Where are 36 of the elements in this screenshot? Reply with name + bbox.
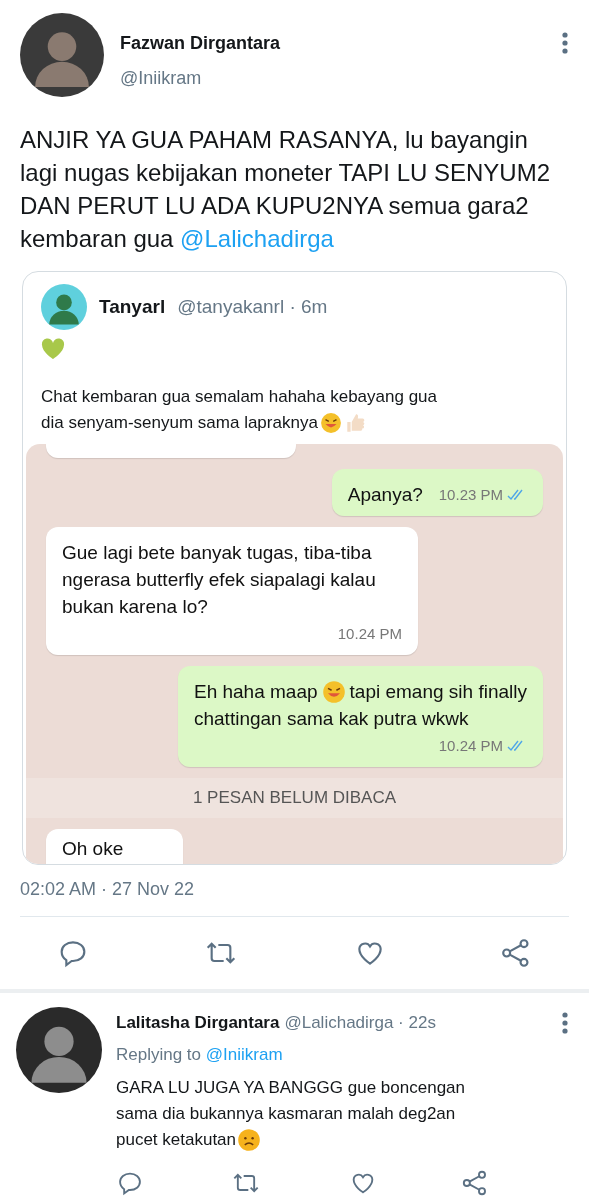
reply-text-line: pucet ketakutan: [116, 1129, 237, 1151]
avatar-icon[interactable]: [16, 1007, 102, 1093]
laughing-emoji-icon: [319, 412, 342, 434]
more-icon[interactable]: [561, 1011, 569, 1035]
message-text: Gue lagi bete banyak tugas, tiba-tiba ngerasa butterfly efek siapalagi kalau bukan karena lo?: [62, 542, 376, 617]
reply-text-line: GARA LU JUGA YA BANGGG gue boncengan: [116, 1077, 465, 1099]
user-handle: @Iniikram: [120, 68, 203, 89]
reply-text-line: sama dia bukannya kasmaran malah deg2an: [116, 1103, 456, 1125]
frowning-emoji-icon: [237, 1128, 262, 1152]
message-time: 10.24 PM: [337, 624, 402, 644]
mention-link[interactable]: @Iniikram: [205, 1045, 283, 1064]
message-text: Eh haha maap: [193, 680, 318, 704]
more-icon[interactable]: [561, 31, 569, 55]
mention-link[interactable]: @Lalichadirga: [180, 225, 334, 252]
message-text: tapi emang sih finally: [349, 680, 527, 704]
message-time: 10.24 PM: [438, 736, 503, 756]
tweet-text: ANJIR YA GUA PAHAM RASANYA, lu bayangin lagi nugas kebijakan moneter TAPI LU SENYUM2 DAN PERUT LU ADA KUPU2NYA semua gara2 kembaran gua @Lalichadirga: [20, 125, 552, 254]
message-text: chattingan sama kak putra wkwk: [193, 708, 469, 729]
unread-banner: 1 PESAN BELUM DIBACA: [26, 778, 563, 818]
display-name: Lalitasha Dirgantara: [116, 1013, 280, 1034]
display-name: Fazwan Dirgantara: [120, 33, 281, 54]
replying-to-text: Replying to @Iniikram: [116, 1045, 284, 1065]
user-handle: @Lalichadirga · 22s: [284, 1013, 436, 1034]
heart-emoji-icon: [41, 338, 65, 360]
quote-text-line: Chat kembaran gua semalam hahaha kebayang gua: [41, 386, 437, 408]
share-icon[interactable]: [461, 1169, 489, 1197]
laughing-emoji-icon: [321, 679, 346, 704]
tweet-timestamp: 02:02 AM · 27 Nov 22: [20, 865, 569, 917]
quote-text-line: dia senyam-senyum sama lapraknya: [41, 412, 318, 434]
display-name: Tanyarl: [99, 296, 166, 318]
message-text: Oh oke: [62, 838, 124, 859]
avatar-icon[interactable]: [20, 13, 104, 97]
user-handle: @tanyakanrl · 6m: [177, 296, 328, 318]
message-text: Apanya?: [347, 483, 423, 507]
quoted-tweet-card[interactable]: [22, 271, 567, 865]
message-time: 10.23 PM: [438, 485, 503, 505]
